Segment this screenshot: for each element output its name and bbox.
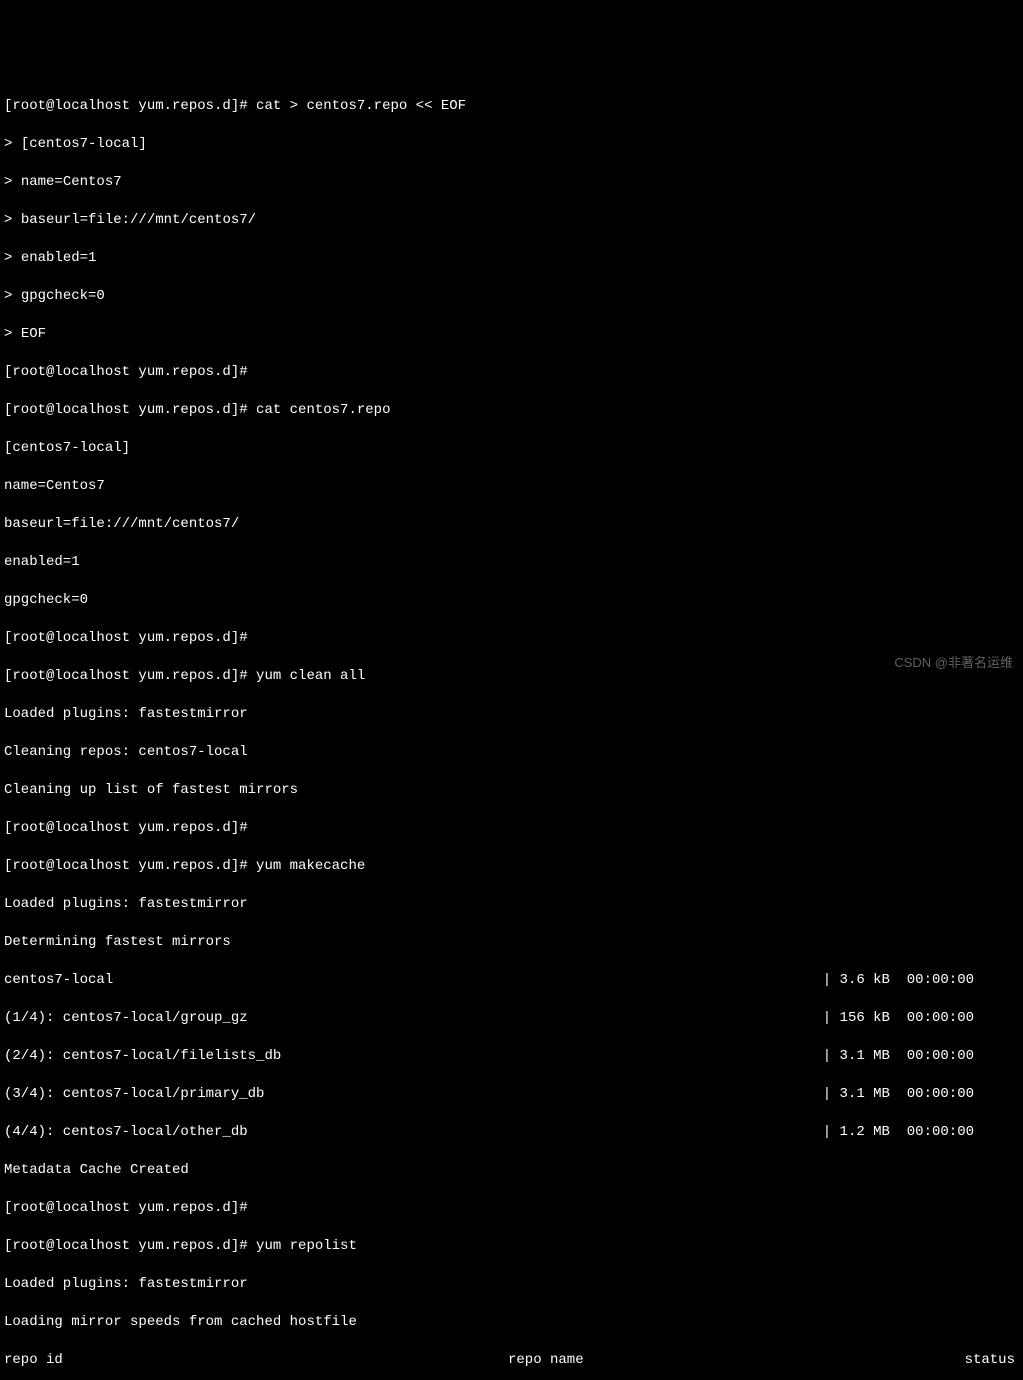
heredoc-line: > [centos7-local] bbox=[4, 135, 1019, 154]
repo-id-header: repo id bbox=[4, 1351, 508, 1370]
shell-prompt: [root@localhost yum.repos.d]# bbox=[4, 630, 248, 646]
heredoc-content: enabled=1 bbox=[21, 250, 97, 266]
download-row: (1/4): centos7-local/group_gz | 156 kB 00… bbox=[4, 1009, 1019, 1028]
repolist-header: repo idrepo namestatus bbox=[4, 1351, 1019, 1370]
heredoc-content: [centos7-local] bbox=[21, 136, 147, 152]
continuation-prompt: > bbox=[4, 174, 12, 190]
command-text: yum repolist bbox=[256, 1238, 357, 1254]
command-text: cat centos7.repo bbox=[256, 402, 390, 418]
output-line: Loading mirror speeds from cached hostfi… bbox=[4, 1313, 1019, 1332]
download-name: (2/4): centos7-local/filelists_db bbox=[4, 1047, 281, 1066]
shell-prompt: [root@localhost yum.repos.d]# bbox=[4, 820, 248, 836]
download-stats: | 3.1 MB 00:00:00 bbox=[823, 1047, 1019, 1066]
command-text: yum makecache bbox=[256, 858, 365, 874]
prompt-line: [root@localhost yum.repos.d]# yum makeca… bbox=[4, 857, 1019, 876]
download-name: (3/4): centos7-local/primary_db bbox=[4, 1085, 264, 1104]
command-text: cat > centos7.repo << EOF bbox=[256, 98, 466, 114]
shell-prompt: [root@localhost yum.repos.d]# bbox=[4, 402, 248, 418]
prompt-line: [root@localhost yum.repos.d]# cat > cent… bbox=[4, 97, 1019, 116]
download-name: centos7-local bbox=[4, 971, 113, 990]
output-line: Loaded plugins: fastestmirror bbox=[4, 1275, 1019, 1294]
continuation-prompt: > bbox=[4, 326, 12, 342]
heredoc-content: name=Centos7 bbox=[21, 174, 122, 190]
continuation-prompt: > bbox=[4, 212, 12, 228]
watermark-text: CSDN @非著名运维 bbox=[894, 653, 1013, 672]
heredoc-line: > gpgcheck=0 bbox=[4, 287, 1019, 306]
download-stats: | 1.2 MB 00:00:00 bbox=[823, 1123, 1019, 1142]
prompt-line: [root@localhost yum.repos.d]# bbox=[4, 1199, 1019, 1218]
output-line: enabled=1 bbox=[4, 553, 1019, 572]
output-line: Loaded plugins: fastestmirror bbox=[4, 895, 1019, 914]
download-row: (4/4): centos7-local/other_db | 1.2 MB 00… bbox=[4, 1123, 1019, 1142]
shell-prompt: [root@localhost yum.repos.d]# bbox=[4, 364, 248, 380]
heredoc-line: > baseurl=file:///mnt/centos7/ bbox=[4, 211, 1019, 230]
prompt-line: [root@localhost yum.repos.d]# bbox=[4, 819, 1019, 838]
continuation-prompt: > bbox=[4, 136, 12, 152]
heredoc-content: gpgcheck=0 bbox=[21, 288, 105, 304]
download-row: (3/4): centos7-local/primary_db | 3.1 MB … bbox=[4, 1085, 1019, 1104]
heredoc-content: baseurl=file:///mnt/centos7/ bbox=[21, 212, 256, 228]
continuation-prompt: > bbox=[4, 288, 12, 304]
continuation-prompt: > bbox=[4, 250, 12, 266]
output-line: Cleaning repos: centos7-local bbox=[4, 743, 1019, 762]
heredoc-line: > name=Centos7 bbox=[4, 173, 1019, 192]
heredoc-content: EOF bbox=[21, 326, 46, 342]
heredoc-line: > enabled=1 bbox=[4, 249, 1019, 268]
output-line: gpgcheck=0 bbox=[4, 591, 1019, 610]
output-line: Loaded plugins: fastestmirror bbox=[4, 705, 1019, 724]
output-line: Cleaning up list of fastest mirrors bbox=[4, 781, 1019, 800]
output-line: [centos7-local] bbox=[4, 439, 1019, 458]
output-line: Metadata Cache Created bbox=[4, 1161, 1019, 1180]
shell-prompt: [root@localhost yum.repos.d]# bbox=[4, 1238, 248, 1254]
prompt-line: [root@localhost yum.repos.d]# bbox=[4, 363, 1019, 382]
output-line: Determining fastest mirrors bbox=[4, 933, 1019, 952]
download-name: (1/4): centos7-local/group_gz bbox=[4, 1009, 248, 1028]
download-row: (2/4): centos7-local/filelists_db | 3.1 M… bbox=[4, 1047, 1019, 1066]
output-line: name=Centos7 bbox=[4, 477, 1019, 496]
shell-prompt: [root@localhost yum.repos.d]# bbox=[4, 98, 248, 114]
prompt-line: [root@localhost yum.repos.d]# yum clean … bbox=[4, 667, 1019, 686]
download-name: (4/4): centos7-local/other_db bbox=[4, 1123, 248, 1142]
terminal-output[interactable]: [root@localhost yum.repos.d]# cat > cent… bbox=[4, 78, 1019, 1380]
download-row: centos7-local | 3.6 kB 00:00:00 bbox=[4, 971, 1019, 990]
shell-prompt: [root@localhost yum.repos.d]# bbox=[4, 1200, 248, 1216]
command-text: yum clean all bbox=[256, 668, 365, 684]
output-line: baseurl=file:///mnt/centos7/ bbox=[4, 515, 1019, 534]
heredoc-line: > EOF bbox=[4, 325, 1019, 344]
download-stats: | 156 kB 00:00:00 bbox=[823, 1009, 1019, 1028]
shell-prompt: [root@localhost yum.repos.d]# bbox=[4, 668, 248, 684]
download-stats: | 3.6 kB 00:00:00 bbox=[823, 971, 1019, 990]
repo-status-header: status bbox=[965, 1351, 1019, 1370]
prompt-line: [root@localhost yum.repos.d]# cat centos… bbox=[4, 401, 1019, 420]
repo-name-header: repo name bbox=[508, 1351, 965, 1370]
prompt-line: [root@localhost yum.repos.d]# bbox=[4, 629, 1019, 648]
download-stats: | 3.1 MB 00:00:00 bbox=[823, 1085, 1019, 1104]
shell-prompt: [root@localhost yum.repos.d]# bbox=[4, 858, 248, 874]
prompt-line: [root@localhost yum.repos.d]# yum repoli… bbox=[4, 1237, 1019, 1256]
